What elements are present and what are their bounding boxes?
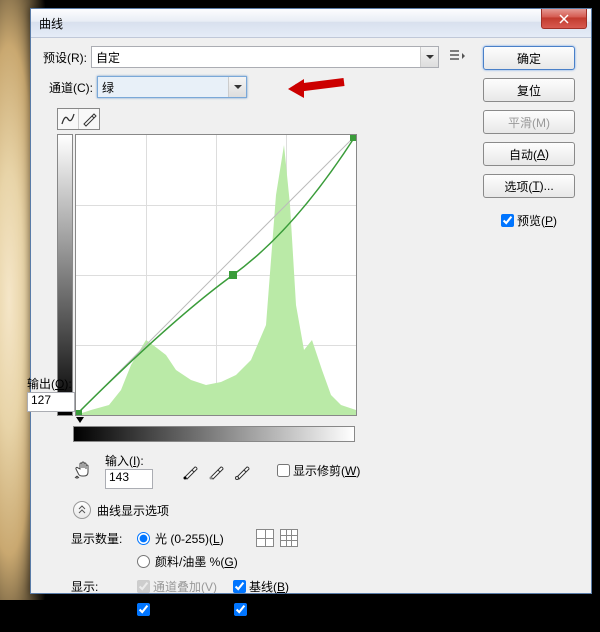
preview-label: 预览(P)	[517, 212, 557, 229]
reset-button[interactable]: 复位	[483, 78, 575, 102]
light-radio-row[interactable]: 光 (0-255)(L)	[137, 530, 224, 547]
show-clipping-checkbox[interactable]	[277, 464, 290, 477]
dropdown-arrow-icon	[228, 77, 246, 97]
window-title: 曲线	[39, 15, 63, 32]
preview-row[interactable]: 预览(P)	[501, 212, 557, 229]
curve-options-label: 曲线显示选项	[97, 502, 169, 519]
input-gradient	[73, 426, 355, 442]
display-label: 显示:	[71, 578, 131, 595]
gray-point-eyedropper[interactable]	[207, 461, 227, 481]
close-button[interactable]	[541, 9, 587, 29]
collapse-options-button[interactable]	[73, 501, 91, 519]
intersection-checkbox[interactable]	[234, 603, 247, 616]
input-value-input[interactable]: 143	[105, 469, 153, 489]
display-amount-label: 显示数量:	[71, 530, 131, 547]
grid-detailed-icon[interactable]	[280, 529, 298, 547]
show-clipping-label: 显示修剪(W)	[293, 462, 360, 479]
preview-checkbox[interactable]	[501, 214, 514, 227]
options-button[interactable]: 选项(T)...	[483, 174, 575, 198]
curve-tools	[57, 108, 100, 130]
titlebar[interactable]: 曲线	[31, 9, 591, 38]
output-gradient	[57, 134, 73, 416]
hand-tool[interactable]	[73, 458, 95, 483]
channel-overlay-label: 通道叠加(V)	[153, 578, 217, 595]
output-value-input[interactable]: 127	[27, 392, 75, 412]
channel-dropdown[interactable]: 绿	[97, 76, 247, 98]
intersection-label: 交叉线(N)	[250, 601, 303, 618]
white-point-eyedropper[interactable]	[233, 461, 253, 481]
curve-line	[76, 135, 356, 415]
smooth-button: 平滑(M)	[483, 110, 575, 134]
pigment-radio-row[interactable]: 颜料/油墨 %(G)	[137, 553, 238, 570]
pigment-radio[interactable]	[137, 555, 150, 568]
preset-label: 预设(R):	[43, 49, 87, 66]
close-icon	[559, 14, 569, 24]
baseline-label: 基线(B)	[249, 578, 289, 595]
histogram-checkbox[interactable]	[137, 603, 150, 616]
grid-simple-icon[interactable]	[256, 529, 274, 547]
curves-dialog: 曲线 预设(R): 自定 通道(C): 绿	[30, 8, 592, 594]
ok-button[interactable]: 确定	[483, 46, 575, 70]
channel-overlay-checkbox	[137, 580, 150, 593]
black-point-slider[interactable]	[76, 417, 84, 423]
auto-button[interactable]: 自动(A)	[483, 142, 575, 166]
output-label: 输出(O):	[27, 375, 77, 392]
light-radio-label: 光 (0-255)(L)	[155, 530, 224, 547]
chevron-up-icon	[77, 505, 87, 515]
input-label: 输入(I):	[105, 452, 153, 469]
pigment-radio-label: 颜料/油墨 %(G)	[155, 553, 238, 570]
baseline-checkbox[interactable]	[233, 580, 246, 593]
channel-label: 通道(C):	[49, 79, 93, 96]
preset-menu-button[interactable]	[449, 49, 467, 65]
black-point-eyedropper[interactable]	[181, 461, 201, 481]
dropdown-arrow-icon	[420, 47, 438, 67]
preset-dropdown[interactable]: 自定	[91, 46, 439, 68]
curve-pencil-tool[interactable]	[79, 109, 99, 129]
histogram-label: 直方图(H)	[153, 601, 206, 618]
light-radio[interactable]	[137, 532, 150, 545]
preset-value: 自定	[96, 49, 120, 66]
channel-value: 绿	[102, 79, 114, 96]
curve-graph[interactable]	[75, 134, 357, 416]
curve-point-tool[interactable]	[58, 109, 79, 129]
